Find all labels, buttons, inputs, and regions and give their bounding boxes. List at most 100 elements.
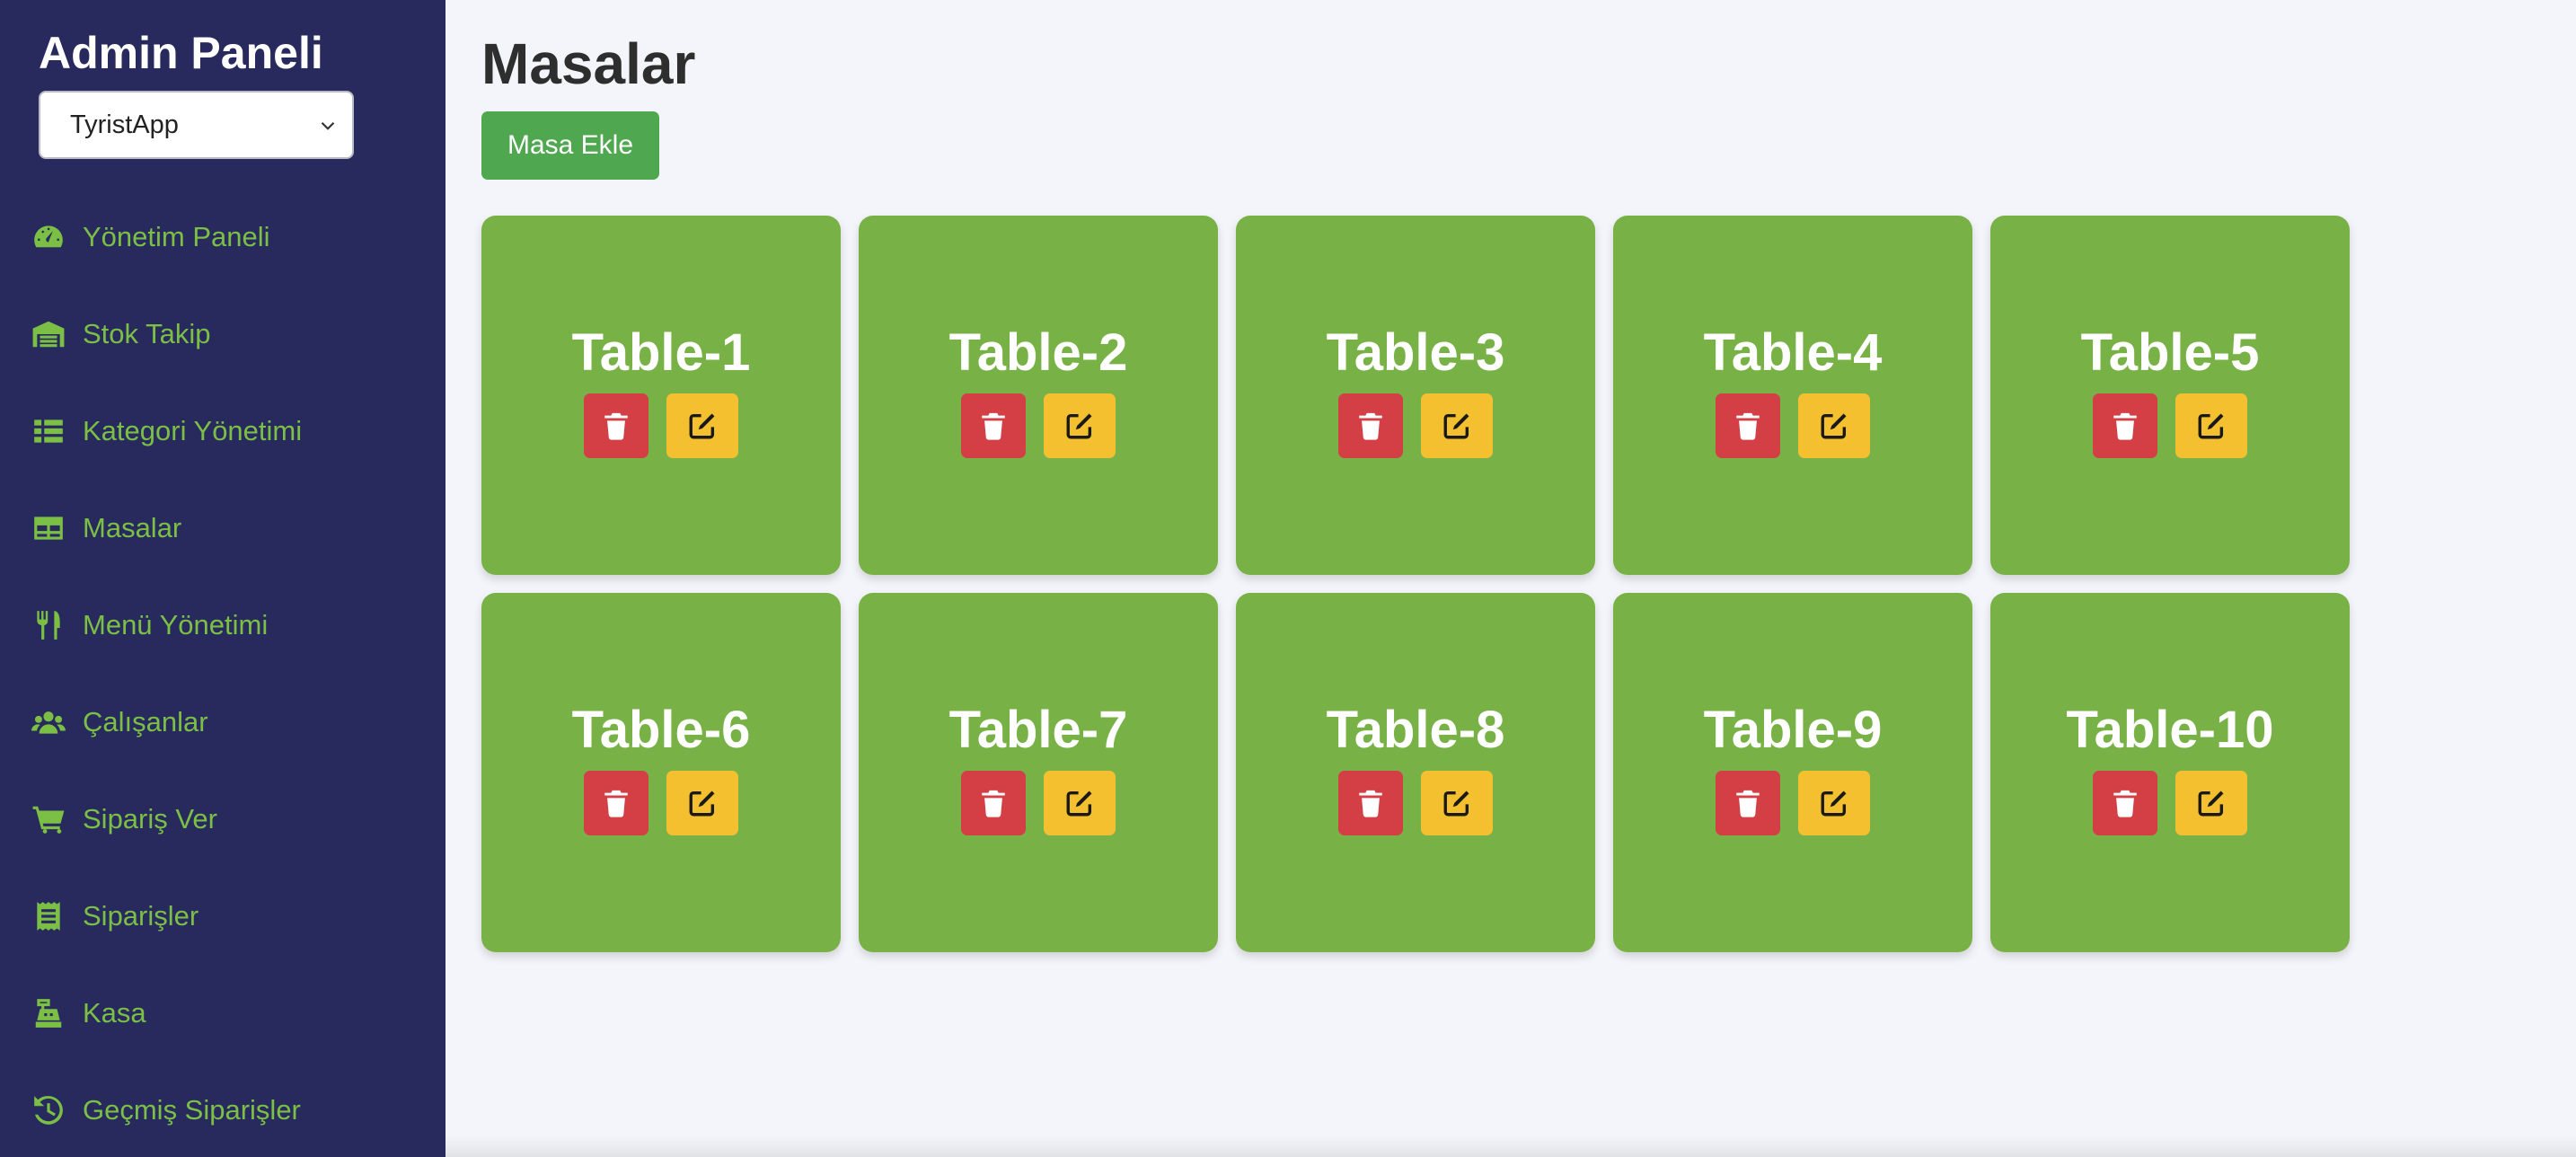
sidebar-item-calisanlar[interactable]: Çalışanlar [0,674,446,771]
table-icon [31,510,66,546]
gauge-icon [31,219,66,255]
edit-icon [687,788,718,818]
delete-table-button[interactable] [961,393,1026,458]
edit-icon [1819,788,1849,818]
sidebar-item-siparisler[interactable]: Siparişler [0,868,446,965]
delete-table-button[interactable] [961,771,1026,835]
trash-icon [978,788,1009,818]
delete-table-button[interactable] [1338,393,1403,458]
edit-table-button[interactable] [1044,771,1116,835]
sidebar-item-label: Stok Takip [83,318,211,349]
sidebar-item-yonetim-paneli[interactable]: Yönetim Paneli [0,189,446,286]
table-actions [2093,771,2247,835]
sidebar-item-label: Masalar [83,512,182,543]
edit-icon [1442,411,1472,441]
table-actions [584,771,738,835]
brand-title: Admin Paneli [39,28,323,78]
table-name: Table-6 [571,701,751,759]
edit-table-button[interactable] [2175,393,2247,458]
table-card[interactable]: Table-1 [481,216,841,575]
table-card[interactable]: Table-6 [481,593,841,952]
edit-table-button[interactable] [1798,393,1870,458]
app-select[interactable]: TyristApp [39,91,354,159]
sidebar-item-label: Menü Yönetimi [83,609,269,640]
table-name: Table-1 [571,323,751,382]
table-name: Table-7 [948,701,1128,759]
sidebar-item-kategori-yonetimi[interactable]: Kategori Yönetimi [0,383,446,480]
add-table-button[interactable]: Masa Ekle [481,111,659,180]
edit-table-button[interactable] [1421,393,1493,458]
delete-table-button[interactable] [584,771,648,835]
app-select-value: TyristApp [70,110,179,139]
sidebar-item-kasa[interactable]: Kasa [0,965,446,1062]
table-name: Table-4 [1703,323,1883,382]
trash-icon [1355,411,1386,441]
sidebar-item-gecmis-siparisler[interactable]: Geçmiş Siparişler [0,1062,446,1157]
delete-table-button[interactable] [2093,393,2157,458]
list-icon [31,413,66,449]
table-card[interactable]: Table-4 [1613,216,1972,575]
tables-grid: Table-1 Table-2 Table-3 Table-4 Table-5 Table… [481,216,2350,952]
edit-table-button[interactable] [2175,771,2247,835]
table-name: Table-3 [1326,323,1505,382]
delete-table-button[interactable] [1716,393,1780,458]
delete-table-button[interactable] [2093,771,2157,835]
edit-table-button[interactable] [1421,771,1493,835]
sidebar-item-masalar[interactable]: Masalar [0,480,446,577]
table-name: Table-5 [2080,323,2260,382]
sidebar-item-label: Sipariş Ver [83,803,217,835]
edit-table-button[interactable] [666,393,738,458]
trash-icon [601,411,631,441]
sidebar-item-label: Geçmiş Siparişler [83,1094,301,1126]
chevron-down-icon [321,121,335,130]
table-name: Table-10 [2066,701,2274,759]
delete-table-button[interactable] [1338,771,1403,835]
edit-icon [1064,788,1095,818]
table-actions [961,771,1116,835]
edit-table-button[interactable] [1798,771,1870,835]
table-card[interactable]: Table-2 [859,216,1218,575]
table-card[interactable]: Table-9 [1613,593,1972,952]
sidebar-item-label: Kategori Yönetimi [83,415,303,446]
table-name: Table-8 [1326,701,1505,759]
table-card[interactable]: Table-7 [859,593,1218,952]
utensils-icon [31,607,66,643]
trash-icon [1355,788,1386,818]
table-actions [1338,393,1493,458]
main-content: Masalar Masa Ekle Table-1 Table-2 Table-3 T… [446,0,2576,1157]
table-actions [1716,771,1870,835]
edit-table-button[interactable] [666,771,738,835]
cash-register-icon [31,995,66,1031]
trash-icon [1733,411,1763,441]
edit-icon [1064,411,1095,441]
sidebar-item-menu-yonetimi[interactable]: Menü Yönetimi [0,577,446,674]
edit-icon [687,411,718,441]
delete-table-button[interactable] [584,393,648,458]
table-card[interactable]: Table-10 [1990,593,2350,952]
warehouse-icon [31,316,66,352]
sidebar-item-label: Çalışanlar [83,706,208,737]
edit-icon [2196,788,2227,818]
sidebar-item-label: Yönetim Paneli [83,221,270,252]
table-card[interactable]: Table-5 [1990,216,2350,575]
sidebar-item-stok-takip[interactable]: Stok Takip [0,286,446,383]
table-name: Table-2 [948,323,1128,382]
table-name: Table-9 [1703,701,1883,759]
edit-icon [1442,788,1472,818]
trash-icon [978,411,1009,441]
sidebar-item-siparis-ver[interactable]: Sipariş Ver [0,771,446,868]
receipt-icon [31,898,66,934]
page-title: Masalar [481,31,696,96]
sidebar-item-label: Kasa [83,997,146,1029]
edit-icon [2196,411,2227,441]
table-actions [961,393,1116,458]
sidebar-item-label: Siparişler [83,900,199,932]
table-card[interactable]: Table-3 [1236,216,1595,575]
history-icon [31,1092,66,1128]
sidebar: Admin Paneli TyristApp Yönetim Paneli St… [0,0,446,1157]
edit-icon [1819,411,1849,441]
delete-table-button[interactable] [1716,771,1780,835]
edit-table-button[interactable] [1044,393,1116,458]
table-card[interactable]: Table-8 [1236,593,1595,952]
trash-icon [601,788,631,818]
